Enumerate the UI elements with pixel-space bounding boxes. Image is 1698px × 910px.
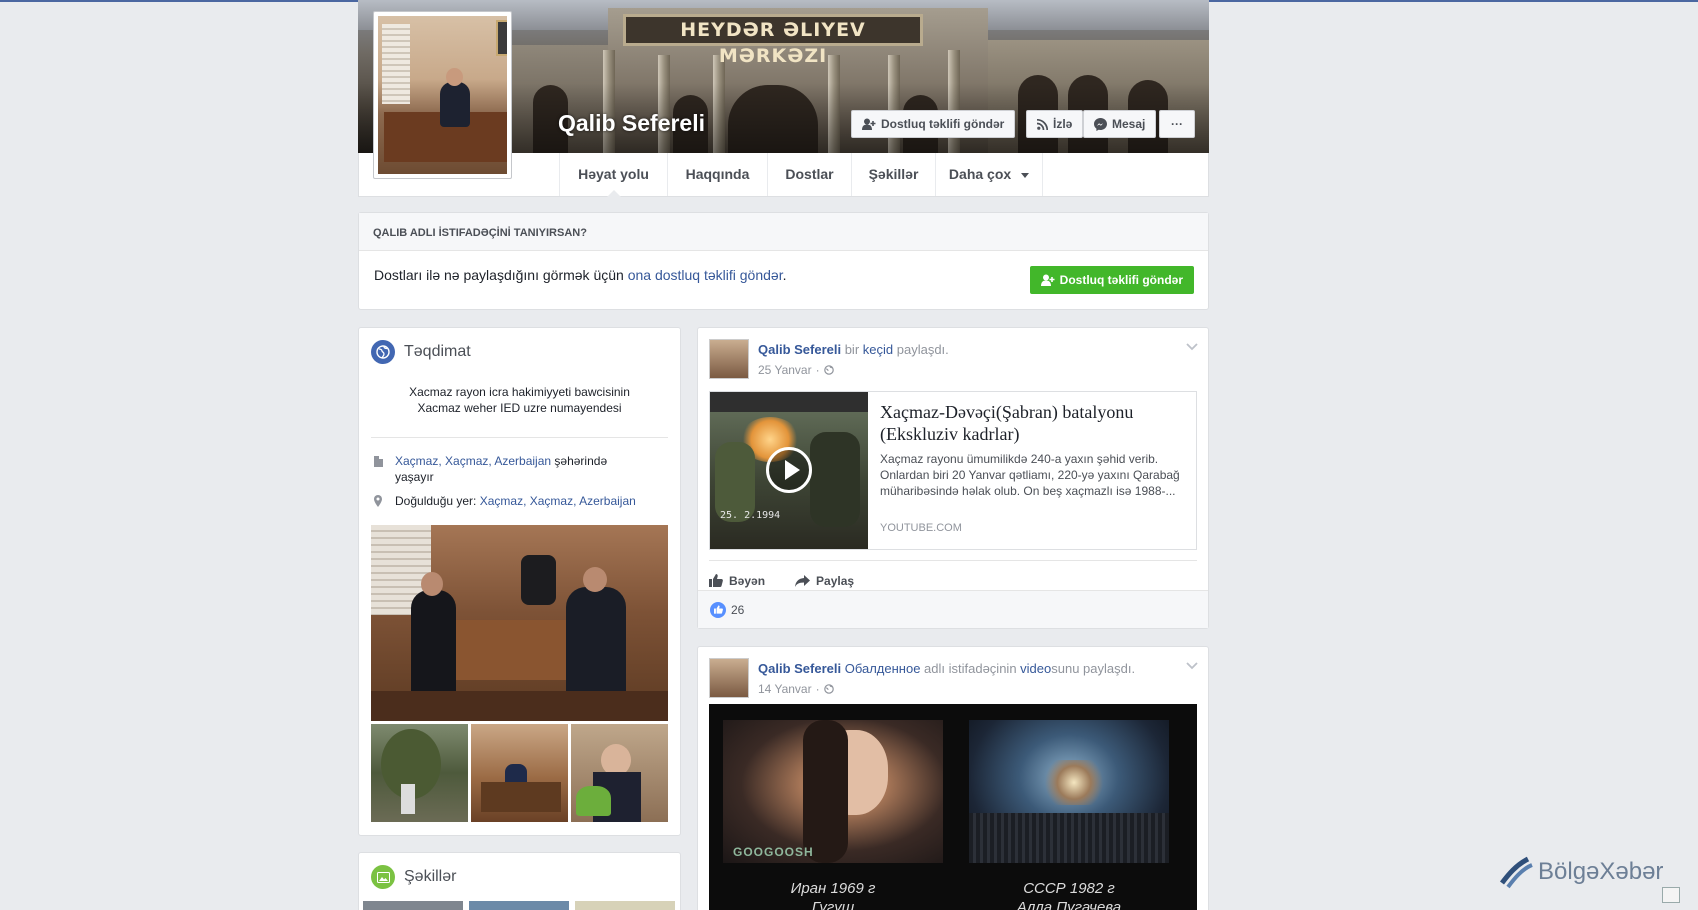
photos-icon: [371, 865, 395, 889]
add-friend-button[interactable]: Dostluq təklifi göndər: [851, 110, 1016, 138]
brand-swoosh-icon: [1500, 856, 1533, 889]
watermark-text: BölgəXəbər: [1538, 858, 1664, 885]
photos-card: Şəkillər: [358, 852, 681, 910]
video-frame-right: [969, 720, 1169, 863]
post-author[interactable]: Qalib Sefereli: [758, 661, 841, 676]
video-frame-left: GOOGOOSH: [723, 720, 943, 863]
follow-button[interactable]: İzlə: [1026, 110, 1084, 138]
post-header: Qalib Sefereli Обалденное adlı istifadəç…: [758, 661, 1136, 676]
hometown-row: Doğulduğu yer: Xaçmaz, Xaçmaz, Azerbaija…: [373, 493, 640, 509]
know-user-text: Dostları ilə nə paylaşdığını görmək üçün…: [374, 267, 787, 283]
intro-title: Təqdimat: [404, 343, 471, 360]
profile-picture[interactable]: [373, 11, 512, 179]
link-preview[interactable]: 25. 2.1994 Xaçmaz-Dəvəçi(Şabran) batalyo…: [709, 391, 1197, 550]
globe-icon: [823, 365, 834, 375]
photos-title: Şəkillər: [404, 868, 457, 885]
featured-photo[interactable]: [371, 525, 668, 721]
photo-thumbnail[interactable]: [363, 901, 463, 910]
intro-bio: Xacmaz rayon icra hakimiyyeti bawcisinin…: [409, 385, 630, 415]
profile-name[interactable]: Qalib Sefereli: [558, 110, 705, 137]
messenger-icon: [1094, 117, 1107, 131]
video-timestamp: 25. 2.1994: [720, 510, 781, 521]
know-user-box: QALIB ADLI İSTIFADƏÇİNİ TANIYIRSAN? Dost…: [358, 212, 1209, 310]
tv-logo: GOOGOOSH: [733, 845, 814, 859]
link-source: YOUTUBE.COM: [880, 522, 962, 534]
image-icon: [1662, 887, 1680, 903]
more-options-button[interactable]: ···: [1159, 110, 1195, 138]
cover-building-sign: HEYDƏR ƏLIYEV MƏRKƏZI: [623, 14, 923, 67]
post-date: 14 Yanvar ·: [758, 682, 834, 696]
message-button[interactable]: Mesaj: [1083, 110, 1157, 138]
thumbs-up-icon: [709, 574, 723, 587]
photo-thumbnail[interactable]: [371, 724, 468, 822]
link-description: Xaçmaz rayonu ümumilikdə 240-a yaxın şəh…: [880, 452, 1180, 498]
tab-more[interactable]: Daha çox: [935, 153, 1043, 196]
add-friend-icon: [1040, 274, 1055, 286]
reactions-bar[interactable]: 26: [698, 590, 1208, 628]
like-button[interactable]: Bəyən: [709, 574, 765, 588]
dropdown-caret-icon: [1021, 172, 1030, 178]
photo-thumbnail[interactable]: [575, 901, 675, 910]
globe-icon: [371, 340, 395, 364]
globe-icon: [823, 684, 834, 694]
likes-count: 26: [731, 602, 745, 617]
share-button[interactable]: Paylaş: [795, 574, 854, 588]
tab-timeline[interactable]: Həyat yolu: [559, 153, 667, 197]
share-icon: [795, 574, 811, 587]
video-player[interactable]: GOOGOOSH Иран 1969 г Гугуш СССР 1982 г А…: [709, 704, 1197, 910]
building-icon: [374, 456, 383, 467]
tab-photos[interactable]: Şəkillər: [851, 153, 935, 196]
play-button-icon[interactable]: [766, 447, 812, 493]
avatar[interactable]: [709, 339, 749, 379]
post-header: Qalib Sefereli bir keçid paylaşdı.: [758, 342, 949, 357]
post-card: Qalib Sefereli Обалденное adlı istifadəç…: [697, 646, 1209, 910]
avatar[interactable]: [709, 658, 749, 698]
know-user-header: QALIB ADLI İSTIFADƏÇİNİ TANIYIRSAN?: [359, 213, 1208, 251]
photo-thumbnail[interactable]: [571, 724, 668, 822]
like-reaction-icon: [710, 601, 726, 618]
add-friend-icon: [862, 118, 876, 130]
post-card: Qalib Sefereli bir keçid paylaşdı. 25 Ya…: [697, 327, 1209, 629]
intro-card: Təqdimat Xacmaz rayon icra hakimiyyeti b…: [358, 327, 681, 836]
photo-thumbnail[interactable]: [471, 724, 568, 822]
watermark-logo: BölgəXəbər: [1498, 855, 1663, 889]
post-date: 25 Yanvar ·: [758, 363, 834, 377]
send-request-link[interactable]: ona dostluq təklifi göndər: [628, 267, 783, 283]
post-author[interactable]: Qalib Sefereli: [758, 342, 841, 357]
tab-about[interactable]: Haqqında: [667, 153, 767, 196]
location-pin-icon: [374, 495, 382, 507]
lives-in-row: Xaçmaz, Xaçmaz, Azerbaijan şəhərində yaş…: [373, 453, 640, 485]
portrait-frame: [496, 20, 507, 56]
video-thumbnail[interactable]: 25. 2.1994: [710, 392, 868, 549]
chevron-down-icon[interactable]: [1186, 659, 1198, 673]
send-friend-request-button[interactable]: Dostluq təklifi göndər: [1029, 266, 1194, 294]
rss-icon: [1037, 118, 1048, 130]
active-tab-indicator: [606, 190, 621, 197]
divider: [371, 437, 668, 438]
video-caption-left: Иран 1969 г Гугуш: [790, 880, 876, 910]
tab-friends[interactable]: Dostlar: [767, 153, 851, 196]
link-title[interactable]: Xaçmaz-Dəvəçi(Şabran) batalyonu (Ekskluz…: [880, 401, 1185, 445]
chevron-down-icon[interactable]: [1186, 340, 1198, 354]
video-caption-right: СССР 1982 г Алла Пугачева: [1016, 880, 1122, 910]
photo-thumbnail[interactable]: [469, 901, 569, 910]
